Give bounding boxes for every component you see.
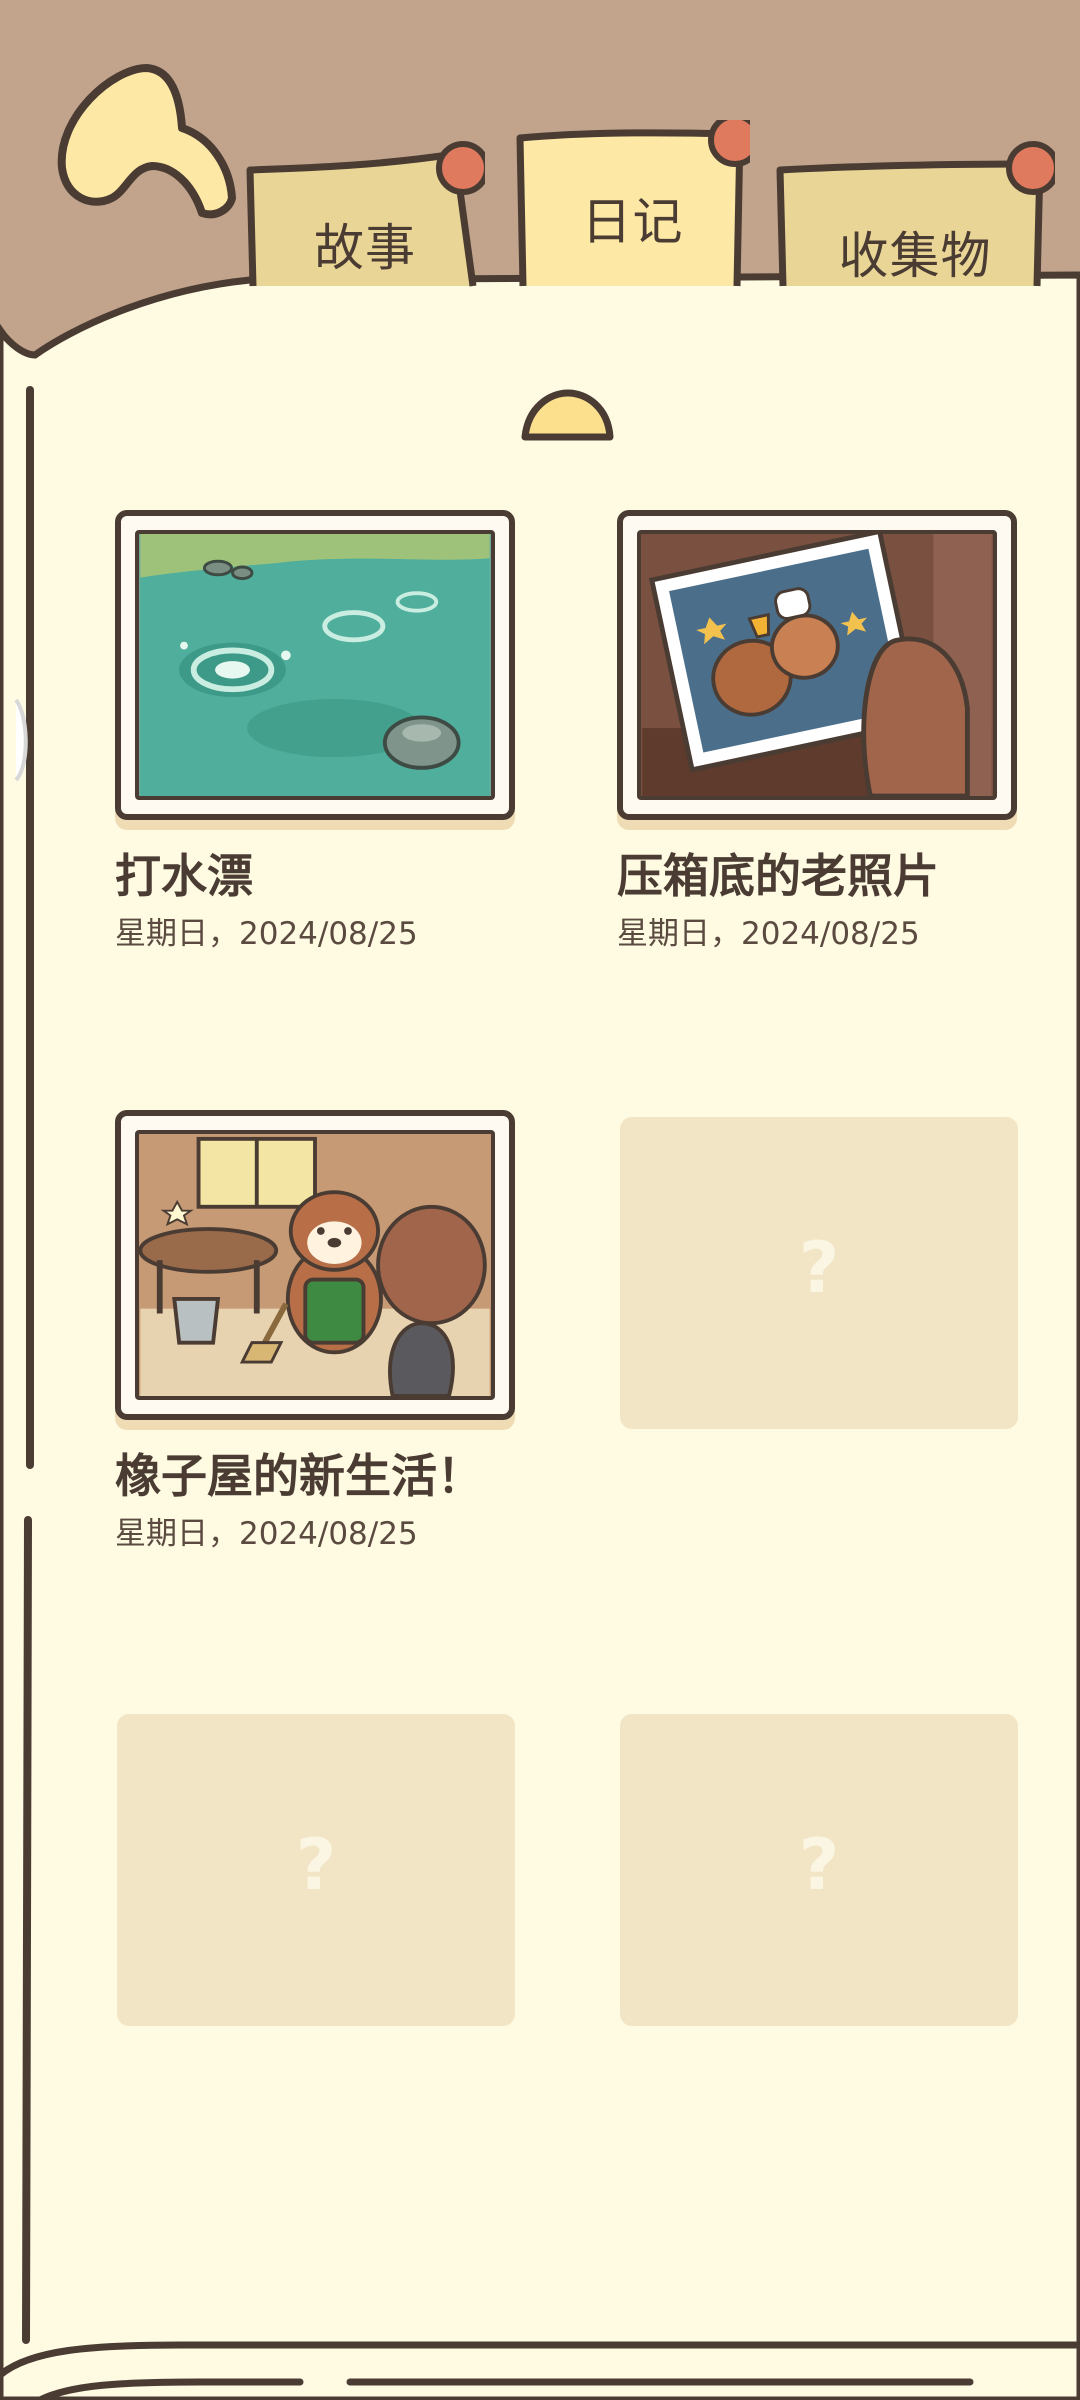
entry-title: 压箱底的老照片 xyxy=(617,849,939,903)
pond-illustration xyxy=(135,530,495,800)
entry-title: 打水漂 xyxy=(115,849,253,903)
locked-entry-card[interactable]: ? xyxy=(117,1714,515,2026)
entry-date: 星期日，2024/08/25 xyxy=(115,1516,418,1552)
entry-title: 橡子屋的新生活！ xyxy=(115,1449,483,1503)
tab-diary-label: 日记 xyxy=(581,193,684,251)
entry-date: 星期日，2024/08/25 xyxy=(115,916,418,952)
old-photo-illustration xyxy=(637,530,997,800)
back-arrow-icon[interactable] xyxy=(52,58,242,238)
locked-entry-card[interactable]: ? xyxy=(620,1117,1018,1429)
tab-collectibles-label: 收集物 xyxy=(838,227,992,285)
diary-entry-card[interactable]: 压箱底的老照片 星期日，2024/08/25 xyxy=(617,510,1022,953)
entry-photo-frame[interactable] xyxy=(617,510,1017,820)
side-page-tab xyxy=(14,698,28,782)
squirrel-house-illustration xyxy=(135,1130,495,1400)
tab-story-label: 故事 xyxy=(314,219,416,277)
diary-entry-card[interactable]: 橡子屋的新生活！ 星期日，2024/08/25 xyxy=(115,1110,520,1553)
tab-collectibles[interactable]: 收集物 xyxy=(775,140,1055,290)
entry-photo-frame[interactable] xyxy=(115,510,515,820)
question-mark-icon: ? xyxy=(798,1227,840,1309)
diary-entry-card[interactable]: 打水漂 星期日，2024/08/25 xyxy=(115,510,520,953)
page-handle-icon[interactable] xyxy=(520,385,615,445)
question-mark-icon: ? xyxy=(295,1824,337,1906)
diary-screen: 故事 日记 收集物 打水漂 星期日，2024/08/25 压箱底的老照片 星期日… xyxy=(0,0,1080,2400)
tab-diary[interactable]: 日记 xyxy=(515,120,750,287)
entry-photo-frame[interactable] xyxy=(115,1110,515,1420)
question-mark-icon: ? xyxy=(798,1824,840,1906)
locked-entry-card[interactable]: ? xyxy=(620,1714,1018,2026)
tab-story[interactable]: 故事 xyxy=(245,140,485,290)
entry-date: 星期日，2024/08/25 xyxy=(617,916,920,952)
